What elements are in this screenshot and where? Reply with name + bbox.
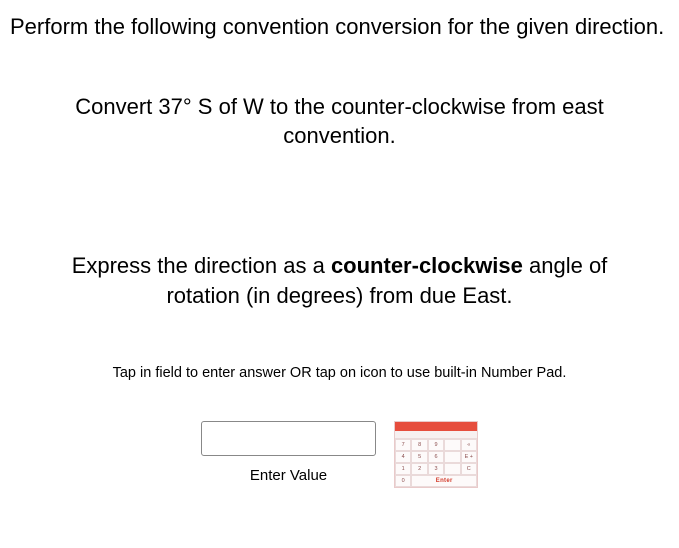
answer-prompt: Express the direction as a counter-clock… xyxy=(10,251,669,310)
numpad-key-exp: E + xyxy=(461,451,477,463)
numpad-key-9: 9 xyxy=(428,439,444,451)
prompt-bold: counter-clockwise xyxy=(331,253,523,278)
numpad-icon[interactable]: 7 8 9 « 4 5 6 E + 1 2 3 C 0 Enter xyxy=(394,421,478,488)
numpad-key-7: 7 xyxy=(395,439,411,451)
numpad-key-2: 2 xyxy=(411,463,427,475)
answer-input-label: Enter Value xyxy=(250,467,327,484)
numpad-key-8: 8 xyxy=(411,439,427,451)
numpad-key-blank2 xyxy=(444,451,460,463)
answer-input-row: Enter Value 7 8 9 « 4 5 6 E + 1 2 3 C 0 … xyxy=(10,421,669,488)
answer-input[interactable] xyxy=(201,421,376,456)
problem-statement: Convert 37° S of W to the counter-clockw… xyxy=(10,92,669,151)
numpad-key-1: 1 xyxy=(395,463,411,475)
numpad-key-enter: Enter xyxy=(411,475,477,487)
numpad-key-6: 6 xyxy=(428,451,444,463)
numpad-key-3: 3 xyxy=(428,463,444,475)
numpad-key-5: 5 xyxy=(411,451,427,463)
numpad-keys-grid: 7 8 9 « 4 5 6 E + 1 2 3 C 0 Enter xyxy=(395,439,477,487)
numpad-key-blank1 xyxy=(444,439,460,451)
numpad-key-blank3 xyxy=(444,463,460,475)
instruction-text: Perform the following convention convers… xyxy=(10,12,669,42)
numpad-key-0: 0 xyxy=(395,475,411,487)
numpad-subheader xyxy=(395,431,477,439)
input-hint: Tap in field to enter answer OR tap on i… xyxy=(10,365,669,381)
numpad-key-4: 4 xyxy=(395,451,411,463)
answer-input-column: Enter Value xyxy=(201,421,376,484)
prompt-pre: Express the direction as a xyxy=(72,253,331,278)
numpad-key-clear: C xyxy=(461,463,477,475)
numpad-header-bar xyxy=(395,422,477,431)
numpad-key-back: « xyxy=(461,439,477,451)
